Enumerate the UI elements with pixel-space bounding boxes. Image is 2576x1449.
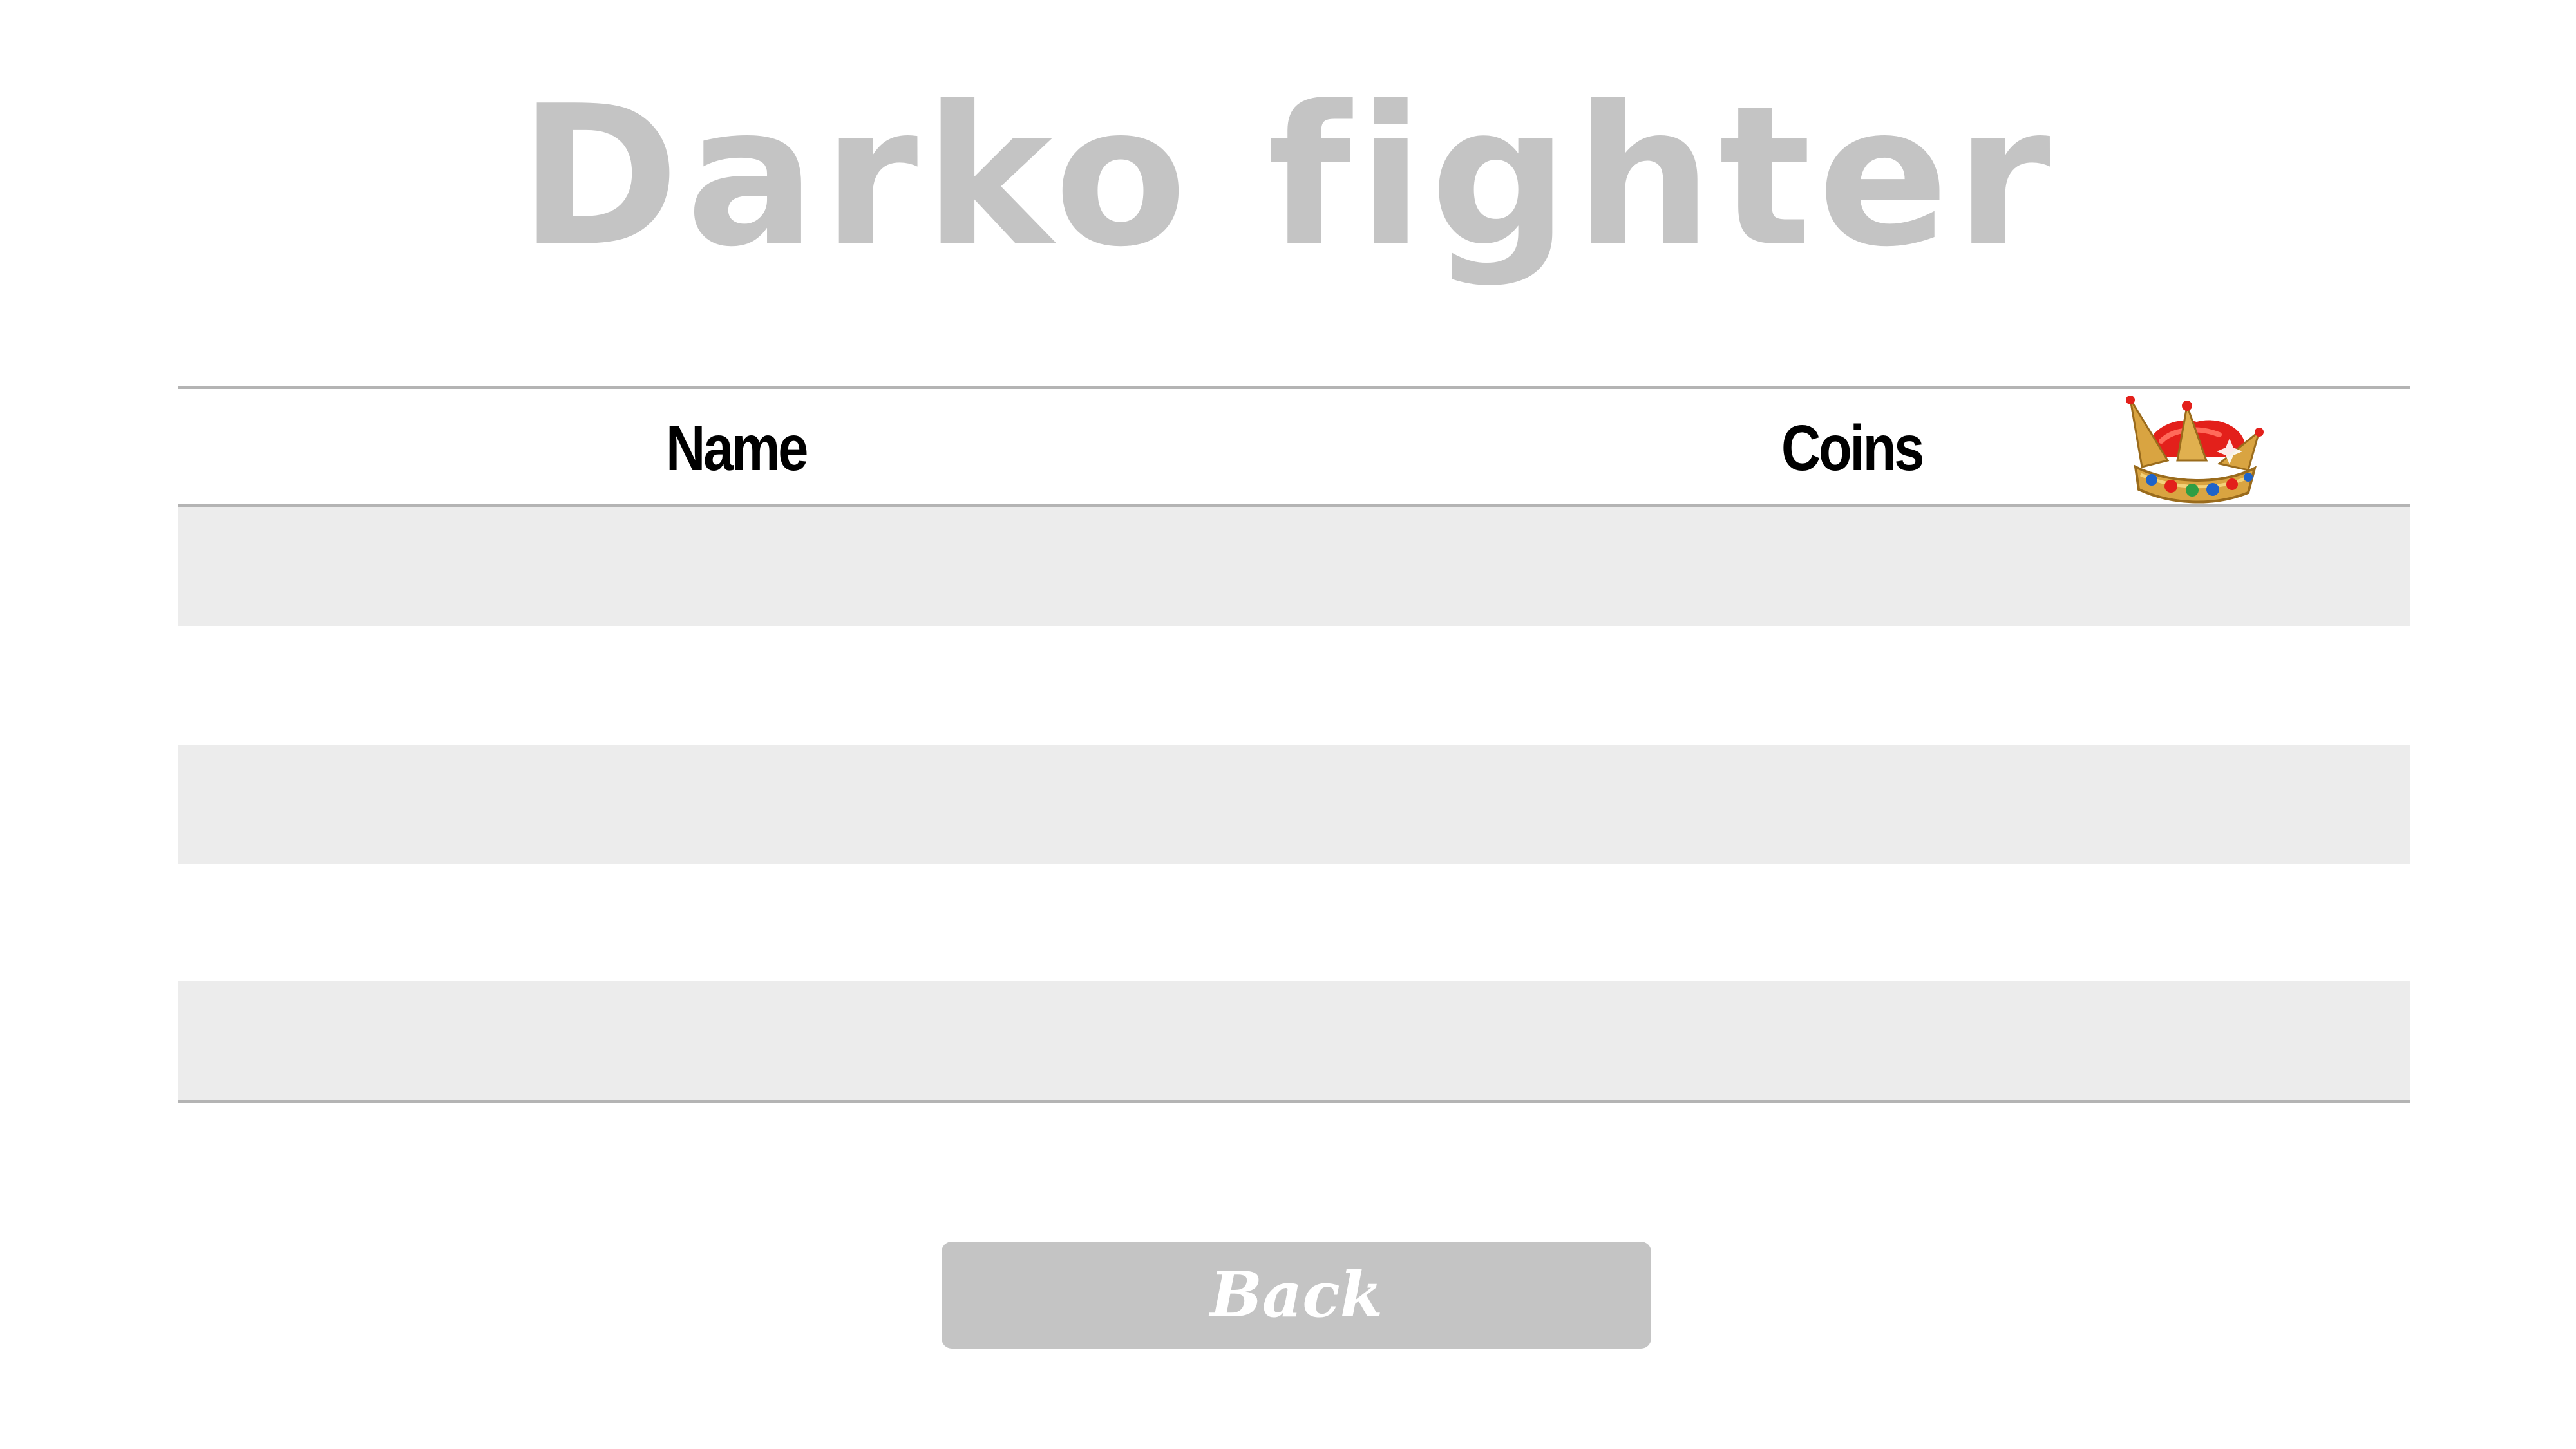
- row-coins-cell: [1294, 981, 2410, 1100]
- row-coins-cell: [1294, 864, 2410, 983]
- table-header-row: Name Coins: [178, 389, 2410, 504]
- row-name-cell: [178, 507, 1294, 626]
- leaderboard-table: Name Coins: [178, 386, 2410, 1103]
- row-name-cell: [178, 745, 1294, 864]
- row-name-cell: [178, 864, 1294, 983]
- table-row: [178, 864, 2410, 983]
- table-row: [178, 626, 2410, 745]
- row-coins-cell: [1294, 745, 2410, 864]
- column-header-name: Name: [666, 412, 808, 484]
- table-row: [178, 507, 2410, 626]
- game-title: Darko fighter: [519, 64, 2057, 289]
- row-coins-cell: [1294, 626, 2410, 745]
- table-row: [178, 981, 2410, 1100]
- table-row: [178, 745, 2410, 864]
- row-name-cell: [178, 981, 1294, 1100]
- back-button[interactable]: Back: [942, 1242, 1651, 1349]
- row-coins-cell: [1294, 507, 2410, 626]
- crown-icon: [2126, 396, 2264, 504]
- row-name-cell: [178, 626, 1294, 745]
- table-bottom-rule: [178, 1100, 2410, 1103]
